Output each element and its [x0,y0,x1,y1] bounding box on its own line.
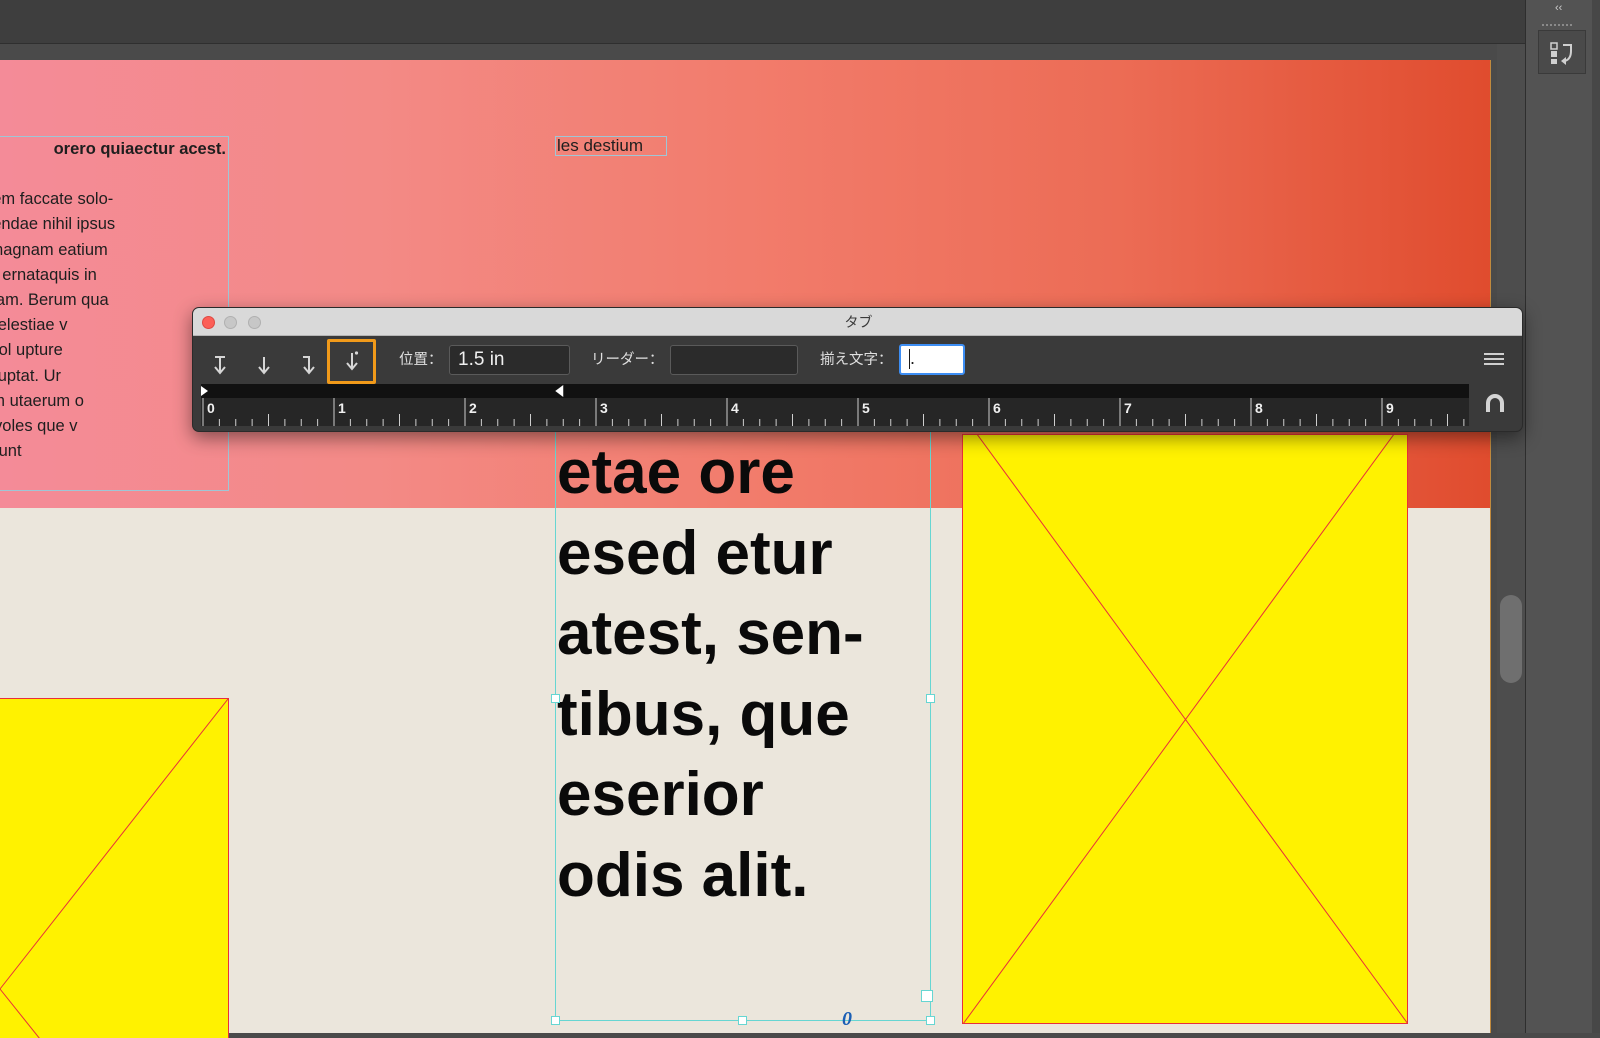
indent-marker[interactable] [201,386,208,396]
tab-panel-icon [1550,42,1572,65]
resize-handle[interactable] [926,1016,935,1025]
collapse-panels-icon[interactable]: ‹‹ [1555,2,1585,16]
tab-stop-strip[interactable] [201,384,1469,398]
overflow-indicator-icon[interactable]: 0 [842,1008,862,1030]
resize-handle[interactable] [738,1016,747,1025]
ruler-number: 4 [731,400,739,416]
left-justified-tab-button[interactable] [198,345,242,387]
scrollbar-thumb[interactable] [1500,595,1522,683]
tabs-panel-button[interactable] [1538,30,1586,74]
application-bar [0,0,1525,44]
left-tab-icon [214,356,226,375]
panel-menu-icon[interactable] [1484,353,1504,367]
ruler-number: 5 [862,400,870,416]
center-justified-tab-button[interactable] [242,345,286,387]
align-on-field[interactable]: . [899,344,965,375]
minimize-window-button[interactable] [224,316,237,329]
body-line: quidel maximagnam eatium [0,240,108,259]
headline-line: esed etur [557,518,833,588]
side-panel-dock [1525,0,1600,1033]
selected-text-frame[interactable]: etae ore esed etur atest, sen- tibus, qu… [555,420,931,1021]
image-placeholder-frame-left[interactable] [0,698,229,1038]
page-edge [1490,60,1491,1033]
dialog-title: タブ [844,314,873,330]
center-tab-icon [258,357,270,375]
ruler-number: 7 [1124,400,1132,416]
ruler-number: 0 [207,400,215,416]
headline-line: etae ore [557,438,795,507]
ruler-number: 9 [1386,400,1394,416]
placeholder-cross-icon [0,699,228,1038]
leader-label: リーダー： [591,352,664,368]
panel-grip[interactable] [1542,24,1572,28]
image-placeholder-frame-right[interactable] [962,434,1408,1024]
position-label: 位置： [399,352,443,368]
headline-line: tibus, que [557,679,850,749]
body-line: ius.Pero volendae nihil ipsus [0,215,116,234]
ruler-number: 3 [600,400,608,416]
zoom-window-button[interactable] [248,316,261,329]
tabs-dialog: タブ 位置： 1.5 in リーダー： 揃え文字： . 0 1 2 3 4 5 6 7 8 9 [192,307,1523,432]
tab-stop-marker[interactable] [555,385,564,397]
resize-handle[interactable] [551,1016,560,1025]
ruler-ticks: 0 1 2 3 4 5 6 7 8 9 [202,398,1465,426]
right-justified-tab-button[interactable] [286,345,330,387]
close-window-button[interactable] [202,316,215,329]
resize-handle[interactable] [926,694,935,703]
position-field[interactable]: 1.5 in [449,345,570,375]
position-panel-above-frame-icon[interactable] [1483,391,1507,415]
headline-line: odis alit. [557,840,809,910]
headline-line: atest, sen- [557,599,864,668]
ruler-number: 1 [338,400,346,416]
tab-markers [201,385,564,397]
leader-field[interactable] [670,345,798,375]
ruler-number: 2 [469,400,477,416]
panel-edge [1592,0,1600,1033]
vertical-scrollbar[interactable] [1497,44,1525,1033]
body-line: e et faccati sunt [0,442,22,461]
align-to-decimal-tab-button[interactable] [327,339,376,384]
align-on-value: . [910,348,916,368]
small-text-frame[interactable]: les destium [555,136,667,156]
tab-ruler[interactable]: 0 1 2 3 4 5 6 7 8 9 [201,398,1469,426]
out-port-handle[interactable] [921,990,933,1002]
right-tab-icon [303,356,315,375]
body-line: riae asperep ernataquis in [0,265,97,284]
headline-line: eserior [557,760,764,829]
placeholder-cross-icon [963,435,1407,1023]
headline-text: etae ore esed etur atest, sen- tibus, qu… [557,433,929,916]
body-line: e volore verem faccate solo- [0,190,114,209]
ruler-number: 6 [993,400,1001,416]
decimal-tab-icon [345,351,358,371]
body-heading: orero quiaectur acest. [53,140,226,158]
resize-handle[interactable] [551,694,560,703]
align-on-label: 揃え文字： [820,352,893,368]
ruler-number: 8 [1255,400,1263,416]
